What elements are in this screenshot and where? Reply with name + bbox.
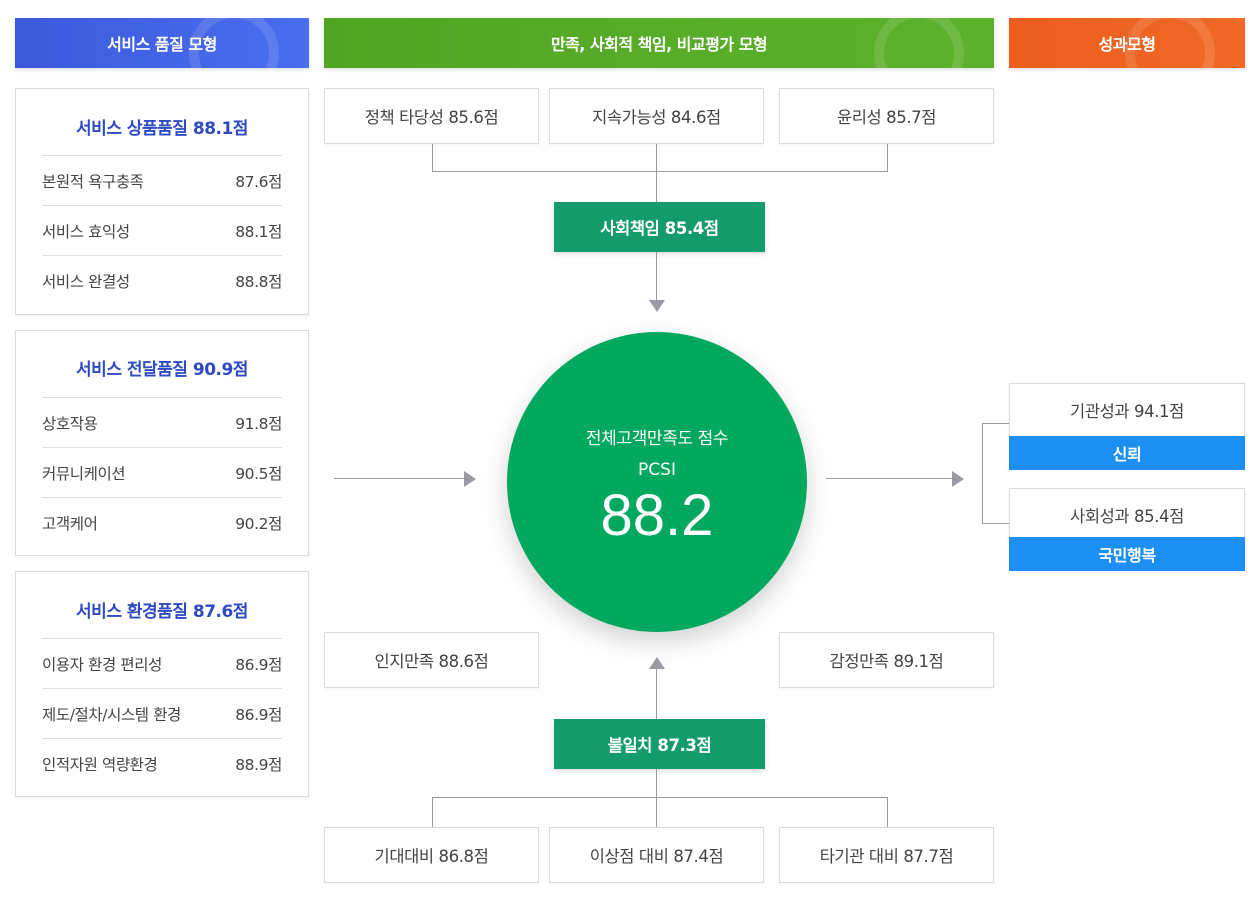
product-quality-panel: 서비스 상품품질 88.1점 본원적 욕구충족 87.6점 서비스 효익성 88… bbox=[15, 88, 309, 315]
connector-line bbox=[432, 797, 888, 798]
trust-tag: 신뢰 bbox=[1009, 436, 1245, 470]
arrow-right-icon bbox=[464, 471, 476, 487]
connector-line bbox=[982, 423, 1010, 424]
header-decoration-icon bbox=[874, 18, 964, 68]
row-value: 90.5점 bbox=[235, 465, 282, 483]
panel-title: 서비스 상품품질 88.1점 bbox=[76, 119, 248, 139]
satisfaction-model-header: 만족, 사회적 책임, 비교평가 모형 bbox=[324, 18, 994, 68]
row-label: 서비스 완결성 bbox=[42, 273, 130, 291]
panel-row: 본원적 욕구충족 87.6점 bbox=[42, 155, 282, 206]
ideal-compare-box: 이상점 대비 87.4점 bbox=[549, 827, 764, 883]
emotional-satisfaction-box: 감정만족 89.1점 bbox=[779, 632, 994, 688]
row-label: 제도/절차/시스템 환경 bbox=[42, 706, 181, 724]
satisfaction-model-header-label: 만족, 사회적 책임, 비교평가 모형 bbox=[550, 35, 768, 54]
mismatch-box: 불일치 87.3점 bbox=[554, 719, 765, 769]
row-value: 86.9점 bbox=[235, 706, 282, 724]
quality-model-header: 서비스 품질 모형 bbox=[15, 18, 309, 68]
panel-title: 서비스 환경품질 87.6점 bbox=[76, 602, 248, 622]
row-value: 91.8점 bbox=[235, 415, 282, 433]
row-label: 고객케어 bbox=[42, 515, 98, 533]
row-label: 상호작용 bbox=[42, 415, 98, 433]
delivery-quality-panel: 서비스 전달품질 90.9점 상호작용 91.8점 커뮤니케이션 90.5점 고… bbox=[15, 330, 309, 556]
agency-performance-box: 기관성과 94.1점 bbox=[1009, 383, 1245, 437]
row-label: 인적자원 역량환경 bbox=[42, 756, 158, 774]
pcsi-score: 88.2 bbox=[600, 483, 714, 548]
arrow-right-icon bbox=[952, 471, 964, 487]
policy-validity-box: 정책 타당성 85.6점 bbox=[324, 88, 539, 144]
pcsi-label: 전체고객만족도 점수 bbox=[585, 429, 729, 449]
arrow-down-icon bbox=[649, 300, 665, 312]
pcsi-circle: 전체고객만족도 점수 PCSI 88.2 bbox=[507, 332, 807, 632]
connector-line bbox=[656, 769, 657, 827]
quality-model-header-label: 서비스 품질 모형 bbox=[107, 35, 217, 54]
connector-line bbox=[887, 797, 888, 827]
panel-row: 서비스 완결성 88.8점 bbox=[42, 255, 282, 306]
connector-line bbox=[432, 144, 433, 172]
arrow-up-icon bbox=[649, 657, 665, 669]
performance-model-header-label: 성과모형 bbox=[1098, 35, 1156, 54]
panel-row: 고객케어 90.2점 bbox=[42, 497, 282, 548]
expectation-compare-box: 기대대비 86.8점 bbox=[324, 827, 539, 883]
row-label: 이용자 환경 편리성 bbox=[42, 656, 162, 674]
pcsi-sub: PCSI bbox=[638, 460, 676, 480]
ethics-box: 윤리성 85.7점 bbox=[779, 88, 994, 144]
row-value: 88.1점 bbox=[235, 223, 282, 241]
sustainability-box: 지속가능성 84.6점 bbox=[549, 88, 764, 144]
row-label: 본원적 욕구충족 bbox=[42, 173, 144, 191]
panel-row: 커뮤니케이션 90.5점 bbox=[42, 447, 282, 498]
row-label: 커뮤니케이션 bbox=[42, 465, 126, 483]
connector-line bbox=[656, 252, 657, 300]
connector-line bbox=[656, 144, 657, 202]
panel-row: 이용자 환경 편리성 86.9점 bbox=[42, 638, 282, 689]
panel-row: 제도/절차/시스템 환경 86.9점 bbox=[42, 688, 282, 739]
other-agency-compare-box: 타기관 대비 87.7점 bbox=[779, 827, 994, 883]
row-value: 86.9점 bbox=[235, 656, 282, 674]
connector-line bbox=[656, 669, 657, 719]
environment-quality-panel: 서비스 환경품질 87.6점 이용자 환경 편리성 86.9점 제도/절차/시스… bbox=[15, 571, 309, 797]
panel-row: 상호작용 91.8점 bbox=[42, 397, 282, 448]
connector-line bbox=[982, 423, 983, 524]
row-label: 서비스 효익성 bbox=[42, 223, 130, 241]
row-value: 90.2점 bbox=[235, 515, 282, 533]
panel-title: 서비스 전달품질 90.9점 bbox=[76, 360, 248, 380]
connector-line bbox=[887, 144, 888, 172]
connector-line bbox=[432, 171, 888, 172]
panel-row: 서비스 효익성 88.1점 bbox=[42, 205, 282, 256]
row-value: 87.6점 bbox=[235, 173, 282, 191]
performance-model-header: 성과모형 bbox=[1009, 18, 1245, 68]
connector-line bbox=[982, 523, 1010, 524]
connector-line bbox=[432, 797, 433, 827]
happiness-tag: 국민행복 bbox=[1009, 537, 1245, 571]
panel-row: 인적자원 역량환경 88.9점 bbox=[42, 738, 282, 789]
connector-line bbox=[334, 478, 464, 479]
connector-line bbox=[826, 478, 952, 479]
social-responsibility-box: 사회책임 85.4점 bbox=[554, 202, 765, 252]
social-performance-box: 사회성과 85.4점 bbox=[1009, 488, 1245, 542]
row-value: 88.8점 bbox=[235, 273, 282, 291]
cognitive-satisfaction-box: 인지만족 88.6점 bbox=[324, 632, 539, 688]
row-value: 88.9점 bbox=[235, 756, 282, 774]
